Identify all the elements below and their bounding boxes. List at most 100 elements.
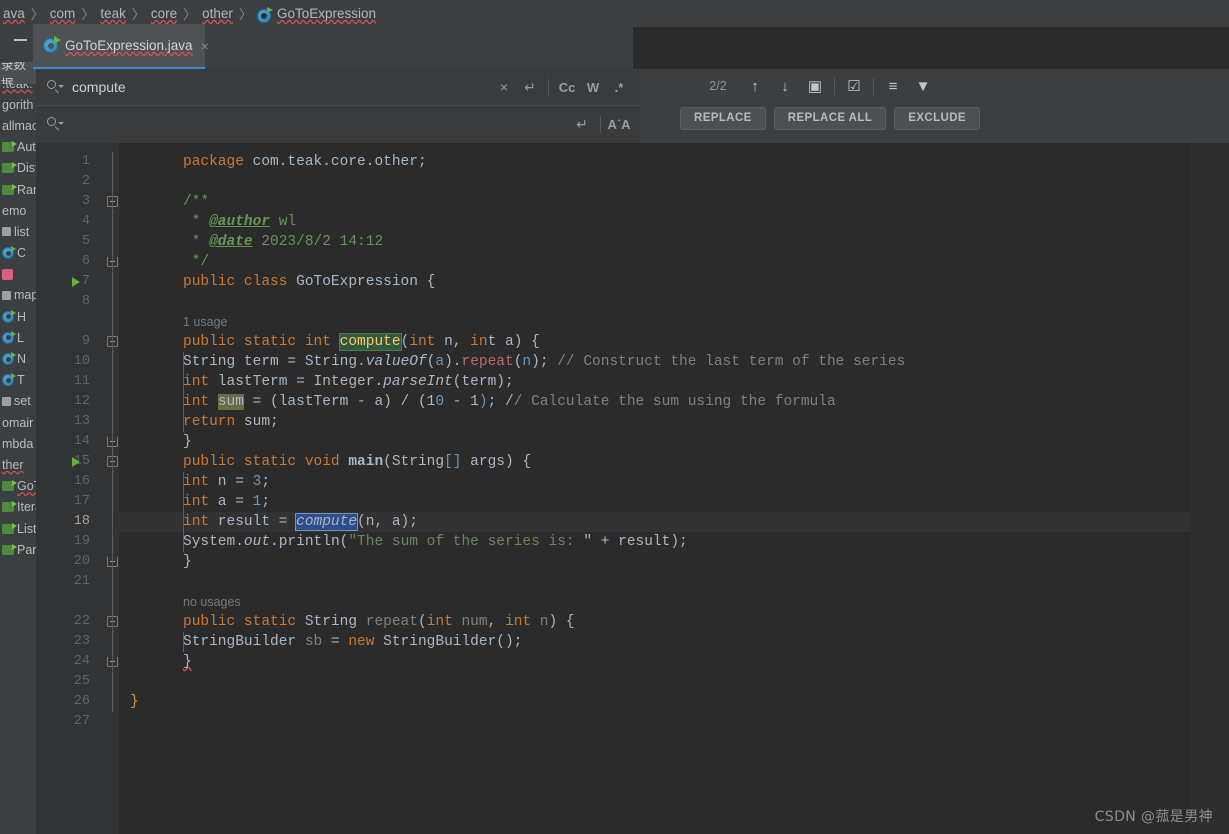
preserve-case-toggle[interactable]: A˙A — [606, 113, 632, 137]
line-number: 22 — [73, 614, 90, 629]
sidebar-item-label: omair — [2, 415, 34, 430]
sidebar-item-ther[interactable]: ther — [0, 454, 36, 475]
code-line[interactable]: System.out.println("The sum of the serie… — [119, 532, 688, 552]
java-class-icon — [2, 352, 16, 366]
clear-search-icon[interactable]: × — [491, 75, 517, 99]
sidebar-item-got[interactable]: GoT — [0, 476, 36, 497]
code-folding-strip[interactable] — [101, 143, 119, 834]
code-line[interactable]: } — [119, 692, 139, 712]
replace-search-icon[interactable] — [46, 115, 65, 134]
sidebar-item-disti[interactable]: Disti — [0, 158, 36, 179]
code-line[interactable]: public static int compute(int n, int a) … — [119, 332, 540, 352]
code-line[interactable]: String term = String.valueOf(a).repeat(n… — [119, 352, 905, 372]
sidebar-item-emo[interactable]: emo — [0, 200, 36, 221]
run-gutter-icon[interactable] — [72, 277, 80, 287]
search-input[interactable]: compute — [72, 79, 491, 95]
tool-window-tab[interactable]: 录数据 — [0, 62, 36, 84]
sidebar-item-set[interactable]: set — [0, 391, 36, 412]
tab-gotoexpression-java[interactable]: GoToExpression.java × — [33, 24, 209, 69]
usage-hint[interactable]: no usages — [119, 592, 241, 612]
line-number: 8 — [81, 294, 90, 309]
search-in-comments-icon[interactable]: ☑ — [839, 72, 869, 100]
select-all-occurrences-icon[interactable]: ▣ — [800, 72, 830, 100]
code-line[interactable]: int result = compute(n, a); — [119, 512, 418, 532]
whole-words-toggle[interactable]: W — [580, 75, 606, 99]
sidebar-item-list[interactable]: list — [0, 221, 36, 242]
code-line[interactable]: * @date 2023/8/2 14:12 — [119, 232, 383, 252]
code-line[interactable] — [119, 672, 183, 692]
sidebar-item-itera[interactable]: Itera — [0, 497, 36, 518]
sidebar-item-c[interactable]: C — [0, 243, 36, 264]
code-line[interactable]: } — [119, 652, 192, 672]
sidebar-item-park[interactable]: Park — [0, 539, 36, 560]
sidebar-item-t[interactable]: T — [0, 370, 36, 391]
code-line[interactable]: /** — [119, 192, 209, 212]
usage-hint[interactable]: 1 usage — [119, 312, 227, 332]
sidebar-item-label: Itera — [17, 500, 36, 515]
sidebar-item-h[interactable]: H — [0, 306, 36, 327]
sidebar-item-allmac[interactable]: allmac — [0, 115, 36, 136]
exclude-button[interactable]: EXCLUDE — [894, 106, 981, 130]
match-case-toggle[interactable]: Cc — [554, 75, 580, 99]
replace-row: ↵ A˙A — [36, 106, 640, 143]
code-line[interactable] — [119, 172, 183, 192]
search-icon[interactable] — [46, 78, 65, 97]
line-number-gutter[interactable]: 1 2 3 4 5 6 7 8 9 10 11 12 13 14 15 16 17 18 19 20 21 22 23 24 2… — [36, 143, 101, 834]
close-icon[interactable]: × — [201, 39, 209, 53]
breadcrumb-item-0[interactable]: ava — [2, 6, 26, 21]
code-editor[interactable]: 1 2 3 4 5 6 7 8 9 10 11 12 13 14 15 16 17 18 19 20 21 22 23 24 2… — [36, 143, 1229, 834]
code-line[interactable]: */ — [119, 252, 209, 272]
project-tool-strip[interactable]: .teak.gorithallmacAutcDistiRanemolistCma… — [0, 27, 36, 834]
line-number: 10 — [73, 354, 90, 369]
search-scope-icon[interactable]: ≡ — [878, 72, 908, 100]
find-previous-icon[interactable]: ↑ — [740, 72, 770, 100]
breadcrumb-item-4[interactable]: other — [201, 6, 234, 21]
code-line[interactable] — [119, 292, 183, 312]
code-line[interactable] — [119, 572, 183, 592]
code-line[interactable]: int sum = (lastTerm - a) / (10 - 1); // … — [119, 392, 836, 412]
filter-icon[interactable]: ▼ — [908, 72, 938, 100]
code-line[interactable]: } — [119, 432, 192, 452]
code-line[interactable]: * @author wl — [119, 212, 296, 232]
line-number: 21 — [73, 574, 90, 589]
replace-all-button[interactable]: REPLACE ALL — [773, 106, 887, 130]
sidebar-item-l[interactable]: L — [0, 327, 36, 348]
sidebar-item-lista[interactable]: ListA — [0, 518, 36, 539]
minimize-button[interactable] — [7, 28, 33, 52]
code-line[interactable]: int lastTerm = Integer.parseInt(term); — [119, 372, 514, 392]
code-line[interactable]: return sum; — [119, 412, 279, 432]
sidebar-item-n[interactable]: N — [0, 348, 36, 369]
sidebar-item-omair[interactable]: omair — [0, 412, 36, 433]
code-line[interactable]: } — [119, 552, 192, 572]
sidebar-item-mbda[interactable]: mbda — [0, 433, 36, 454]
tab-label: GoToExpression.java — [65, 38, 193, 53]
regex-toggle[interactable]: .* — [606, 75, 632, 99]
breadcrumb-current-file[interactable]: GoToExpression — [276, 6, 377, 21]
java-class-icon — [2, 246, 16, 260]
find-next-icon[interactable]: ↓ — [770, 72, 800, 100]
code-line[interactable]: public static String repeat(int num, int… — [119, 612, 575, 632]
code-text-area[interactable]: 1 usage no usages package com.teak.core.ot… — [119, 143, 1229, 834]
sidebar-item-label: GoT — [17, 479, 36, 494]
sidebar-item-gorith[interactable]: gorith — [0, 94, 36, 115]
sidebar-item-icon[interactable] — [0, 264, 36, 285]
code-line[interactable]: public class GoToExpression { — [119, 272, 435, 292]
code-line[interactable]: int n = 3; — [119, 472, 270, 492]
breadcrumb-item-1[interactable]: com — [49, 6, 77, 21]
line-number: 12 — [73, 394, 90, 409]
sidebar-item-autc[interactable]: Autc — [0, 137, 36, 158]
multiline-toggle-icon[interactable]: ↵ — [517, 75, 543, 99]
sidebar-item-ran[interactable]: Ran — [0, 179, 36, 200]
breadcrumb-item-2[interactable]: teak — [99, 6, 127, 21]
replace-multiline-toggle-icon[interactable]: ↵ — [569, 113, 595, 137]
replace-field-actions: ↵ A˙A — [569, 113, 632, 137]
code-line[interactable]: int a = 1; — [119, 492, 270, 512]
code-line[interactable]: public static void main(String[] args) { — [119, 452, 531, 472]
replace-button[interactable]: REPLACE — [680, 106, 766, 130]
code-line[interactable] — [119, 712, 183, 732]
breadcrumb-item-3[interactable]: core — [150, 6, 178, 21]
code-line[interactable]: package com.teak.core.other; — [119, 152, 427, 172]
sidebar-item-map[interactable]: map — [0, 285, 36, 306]
code-line[interactable]: StringBuilder sb = new StringBuilder(); — [119, 632, 522, 652]
run-gutter-icon[interactable] — [72, 457, 80, 467]
